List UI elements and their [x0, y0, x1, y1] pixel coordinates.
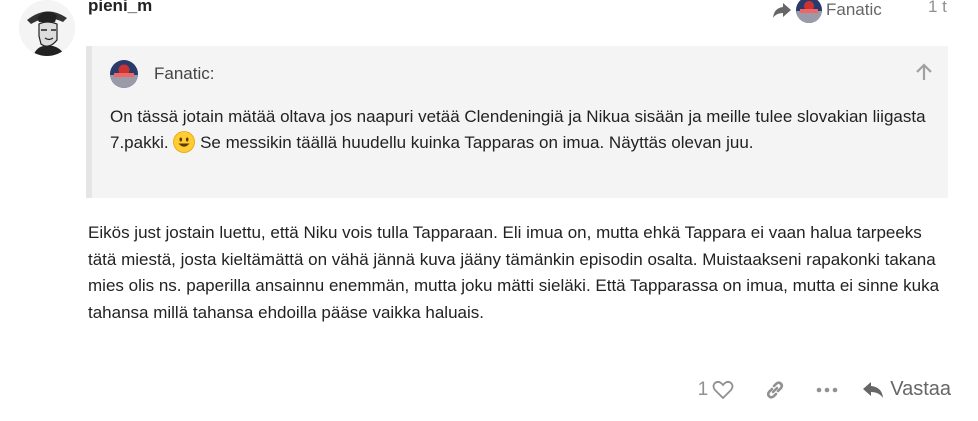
hockey-avatar-icon [796, 0, 822, 23]
reply-to-avatar [796, 0, 822, 23]
copy-link-button[interactable] [764, 379, 786, 401]
quote-avatar [110, 60, 138, 88]
heart-icon [712, 380, 734, 399]
like-count[interactable]: 1 [698, 379, 709, 401]
reply-arrow-icon [863, 381, 884, 398]
share-arrow-icon [773, 3, 791, 18]
quote-text: On tässä jotain mätää oltava jos naapuri… [110, 104, 940, 156]
link-icon [767, 380, 784, 399]
quote-block: Fanatic: On tässä jotain mätää oltava jo… [86, 46, 948, 198]
reply-label: Vastaa [890, 378, 951, 400]
reply-to-link[interactable]: Fanatic [772, 0, 882, 23]
smiley-icon [173, 131, 196, 153]
quote-text-after: Se messikin täällä huudellu kuinka Tappa… [200, 133, 754, 152]
post-username[interactable]: pieni_m [88, 0, 152, 16]
reply-to-name: Fanatic [826, 0, 882, 19]
quote-author: Fanatic: [154, 64, 215, 83]
quote-expand-button[interactable] [914, 62, 934, 82]
cowboy-avatar-icon [19, 0, 75, 56]
user-avatar[interactable] [19, 0, 75, 56]
reply-button[interactable]: Vastaa [862, 378, 951, 401]
post-actions: 1 Vastaa [698, 378, 951, 401]
post-body: Eikös just jostain luettu, että Niku voi… [88, 223, 940, 322]
quote-title: Fanatic: [110, 60, 214, 88]
like-button[interactable]: 1 [698, 379, 735, 401]
ellipsis-icon [816, 387, 838, 392]
post-date[interactable]: 1 t [928, 0, 947, 17]
more-options-button[interactable] [816, 386, 838, 394]
arrow-up-icon [916, 63, 932, 80]
hockey-avatar-icon [110, 60, 138, 88]
